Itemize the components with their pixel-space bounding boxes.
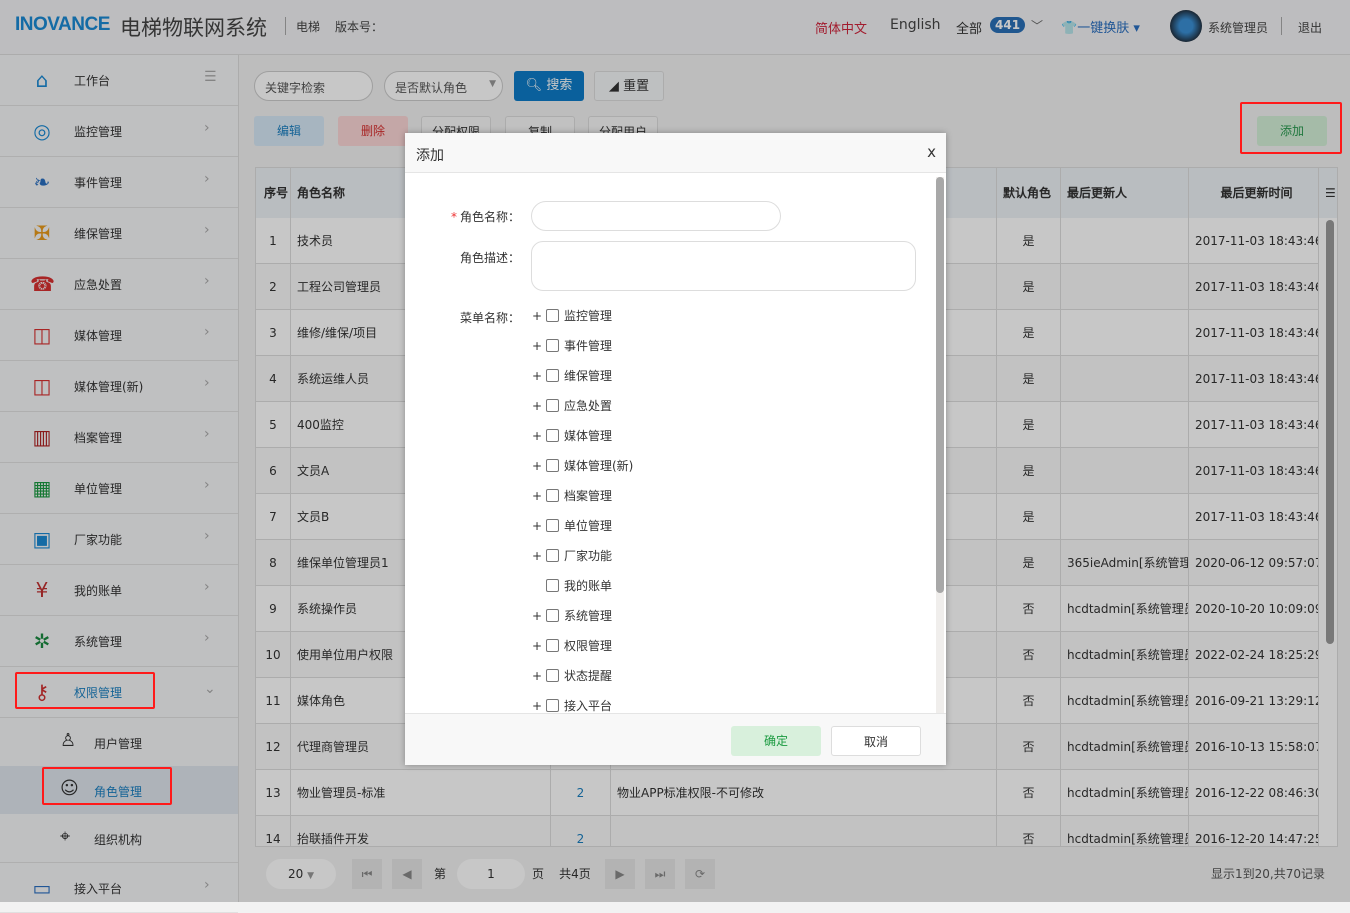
menu-tree-label: 权限管理 [564, 639, 613, 653]
cancel-button[interactable]: 取消 [831, 726, 921, 756]
menu-tree-item[interactable]: + 应急处置 [532, 397, 612, 417]
menu-tree-label: 状态提醒 [564, 669, 613, 683]
menu-tree-item[interactable]: + 状态提醒 [532, 667, 612, 687]
role-desc-textarea[interactable] [531, 241, 916, 291]
role-name-label: * 角色名称： [445, 208, 520, 225]
menu-tree-label: 维保管理 [564, 369, 613, 383]
menu-tree-label: 单位管理 [564, 519, 613, 533]
menu-checkbox[interactable] [546, 459, 559, 472]
menu-checkbox[interactable] [546, 339, 559, 352]
menu-tree-item[interactable]: + 权限管理 [532, 637, 612, 657]
menu-tree-label: 我的账单 [564, 579, 613, 593]
annotation-highlight [15, 672, 155, 709]
menu-tree-item[interactable]: + 系统管理 [532, 607, 612, 627]
menu-tree-label: 系统管理 [564, 609, 613, 623]
menu-tree-item[interactable]: + 维保管理 [532, 367, 612, 387]
role-name-input[interactable] [531, 201, 781, 231]
menu-checkbox[interactable] [546, 519, 559, 532]
menu-checkbox[interactable] [546, 699, 559, 712]
menu-tree-label: 事件管理 [564, 339, 613, 353]
menu-tree-label: 厂家功能 [564, 549, 613, 563]
menu-checkbox[interactable] [546, 399, 559, 412]
menu-checkbox[interactable] [546, 579, 559, 592]
expand-icon[interactable]: + [532, 429, 546, 443]
expand-icon[interactable]: + [532, 339, 546, 353]
dialog-scrollbar[interactable] [936, 177, 944, 713]
expand-icon[interactable]: + [532, 609, 546, 623]
menu-tree-item[interactable]: + 单位管理 [532, 517, 612, 537]
menu-tree-label: 档案管理 [564, 489, 613, 503]
dialog-title: 添加 [416, 148, 444, 164]
menu-checkbox[interactable] [546, 639, 559, 652]
menu-tree-label: 应急处置 [564, 399, 613, 413]
menu-tree-label: 媒体管理(新) [564, 459, 634, 473]
add-role-dialog: 添加 x * 角色名称： 角色描述： 菜单名称： + 监控管理 + 事件管理 + 维保管理 + 应… [405, 133, 946, 765]
expand-icon[interactable]: + [532, 549, 546, 563]
dialog-header: 添加 x [405, 133, 946, 173]
close-icon[interactable]: x [927, 143, 936, 161]
confirm-button[interactable]: 确定 [731, 726, 821, 756]
menu-checkbox[interactable] [546, 669, 559, 682]
menu-tree-label: 媒体管理 [564, 429, 613, 443]
menu-tree-item[interactable]: + 厂家功能 [532, 547, 612, 567]
menu-checkbox[interactable] [546, 369, 559, 382]
role-name-label-text: 角色名称： [459, 210, 520, 224]
expand-icon[interactable]: + [532, 519, 546, 533]
role-desc-label: 角色描述： [459, 251, 520, 265]
expand-icon[interactable]: + [532, 639, 546, 653]
menu-label: 菜单名称： [459, 311, 520, 325]
menu-checkbox[interactable] [546, 609, 559, 622]
dialog-body: * 角色名称： 角色描述： 菜单名称： + 监控管理 + 事件管理 + 维保管理 + 应急处置 +… [405, 173, 946, 713]
menu-checkbox[interactable] [546, 549, 559, 562]
expand-icon[interactable]: + [532, 669, 546, 683]
required-mark: * [450, 210, 457, 224]
menu-tree-label: 接入平台 [564, 699, 613, 713]
annotation-highlight [1240, 102, 1342, 154]
dialog-footer: 确定 取消 [405, 713, 946, 765]
menu-tree-item[interactable]: + 监控管理 [532, 307, 612, 327]
menu-tree-item[interactable]: + 媒体管理(新) [532, 457, 633, 477]
menu-tree-label: 监控管理 [564, 309, 613, 323]
menu-tree-item[interactable]: + 媒体管理 [532, 427, 612, 447]
menu-checkbox[interactable] [546, 309, 559, 322]
menu-checkbox[interactable] [546, 429, 559, 442]
menu-tree-item[interactable]: + 档案管理 [532, 487, 612, 507]
menu-tree-item[interactable]: + 接入平台 [532, 697, 612, 713]
menu-tree-item[interactable]: 我的账单 [532, 577, 612, 597]
expand-icon[interactable]: + [532, 459, 546, 473]
menu-checkbox[interactable] [546, 489, 559, 502]
menu-tree-item[interactable]: + 事件管理 [532, 337, 612, 357]
annotation-highlight [42, 767, 172, 805]
expand-icon[interactable]: + [532, 399, 546, 413]
expand-icon[interactable]: + [532, 699, 546, 713]
expand-icon[interactable]: + [532, 369, 546, 383]
expand-icon[interactable]: + [532, 489, 546, 503]
expand-icon[interactable]: + [532, 309, 546, 323]
